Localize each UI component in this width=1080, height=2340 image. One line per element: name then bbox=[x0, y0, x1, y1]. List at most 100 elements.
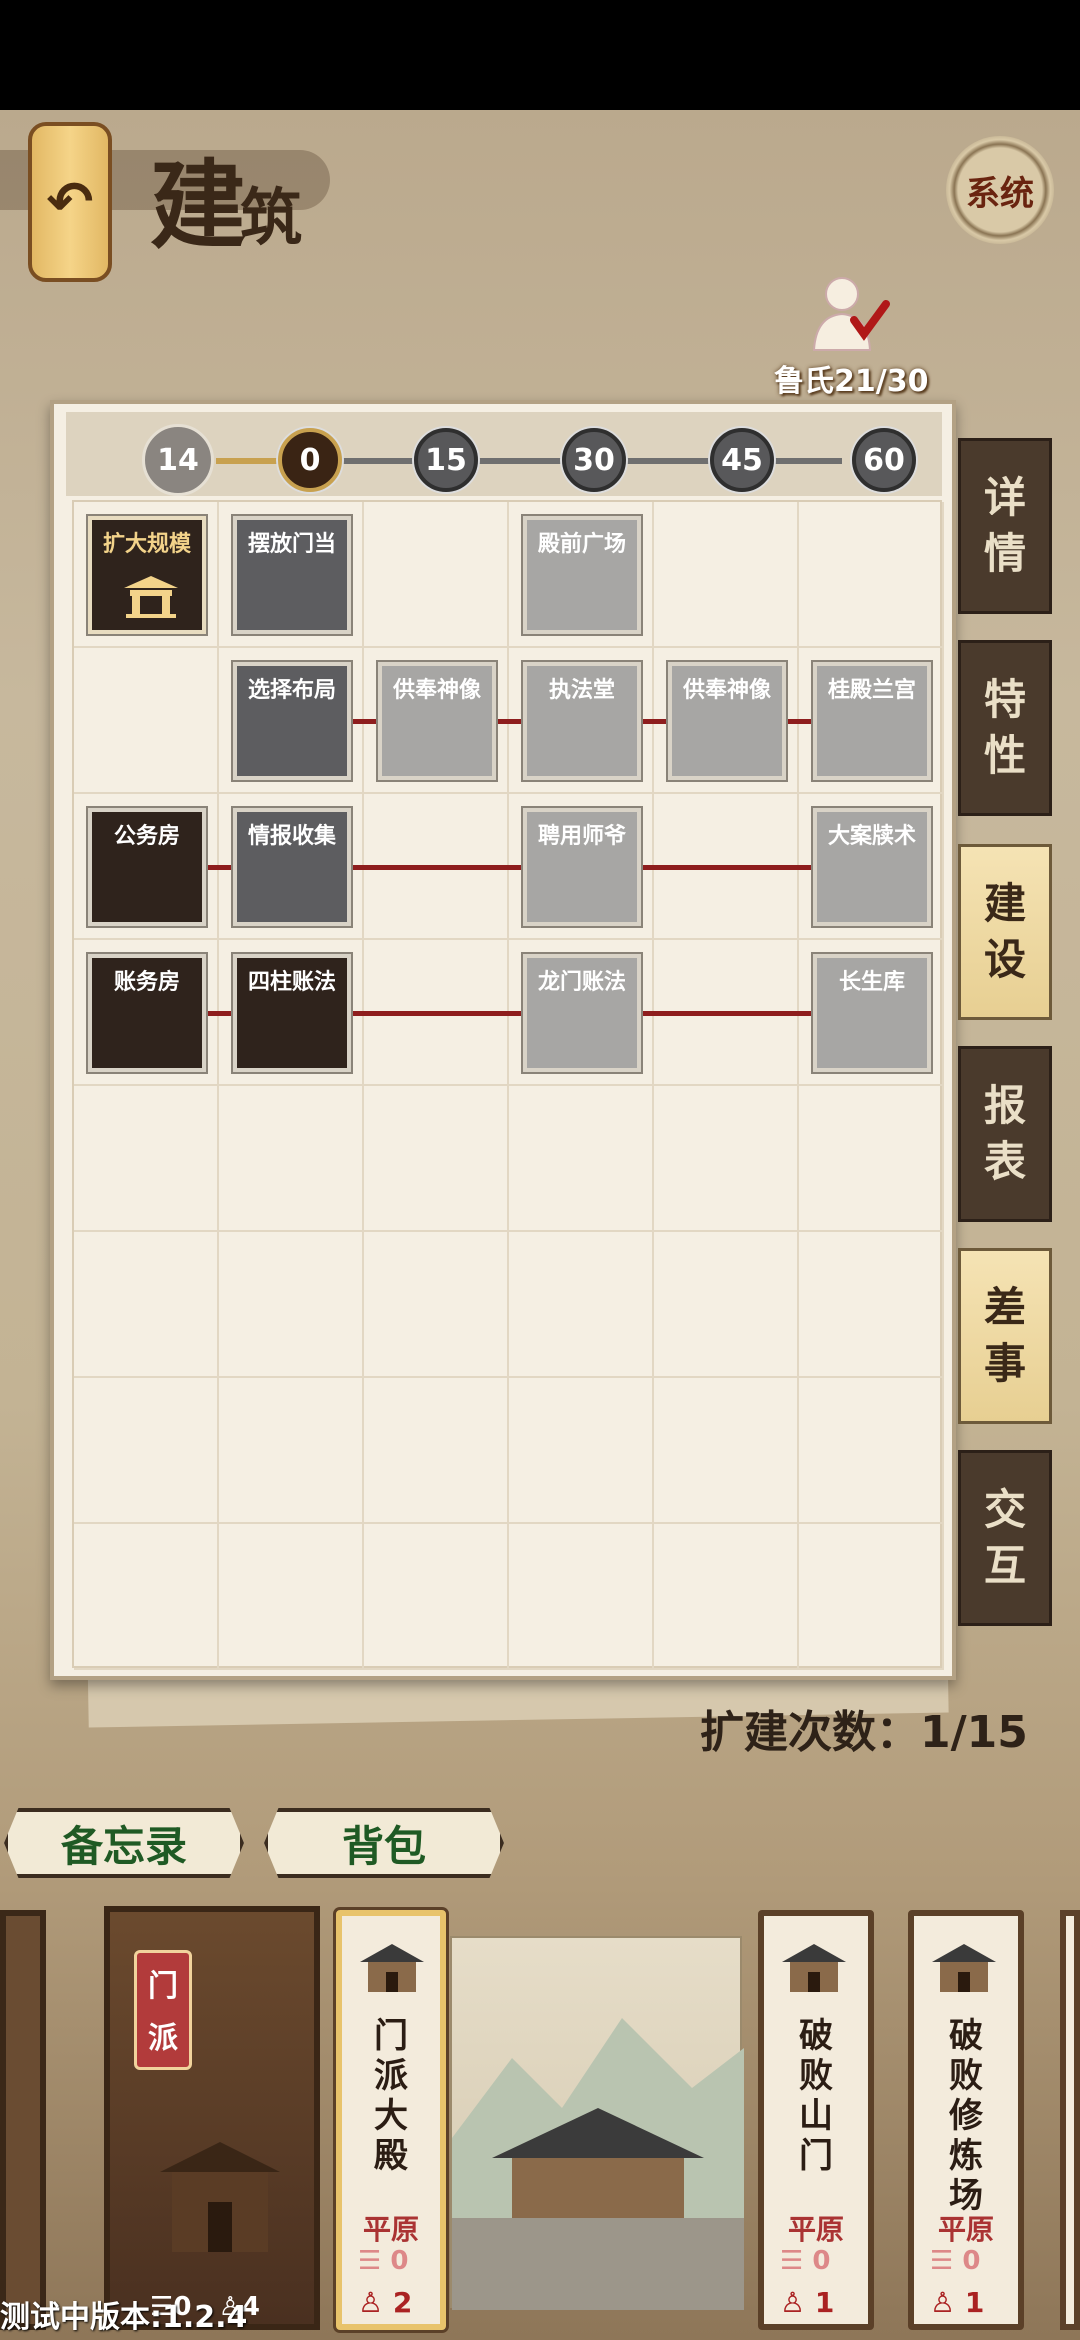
building-tile[interactable]: 账务房 bbox=[88, 954, 206, 1072]
side-tab-line2: 设 bbox=[983, 935, 1026, 984]
scroll-count: ☰ 0 bbox=[930, 2246, 980, 2276]
building-tile[interactable]: 聘用师爷 bbox=[523, 808, 641, 926]
grid-cell bbox=[654, 502, 799, 648]
milestone-45: 45 bbox=[710, 428, 774, 492]
side-tab-line2: 性 bbox=[983, 731, 1026, 780]
building-tile[interactable]: 情报收集 bbox=[233, 808, 351, 926]
back-button[interactable]: ↶ bbox=[28, 122, 112, 282]
side-tab-line2: 事 bbox=[983, 1339, 1026, 1388]
side-tab-line1: 详 bbox=[983, 473, 1026, 522]
milestone-bar: 14 0 15 30 45 60 bbox=[66, 412, 942, 496]
tech-connector-line bbox=[641, 719, 668, 724]
building-tile-label: 桂殿兰宫 bbox=[827, 678, 916, 703]
building-thumbnail-icon bbox=[360, 1944, 424, 1992]
building-card-name-char: 殿 bbox=[374, 2136, 408, 2176]
memo-button[interactable]: 备忘录 bbox=[4, 1808, 244, 1878]
building-tile[interactable]: 长生库 bbox=[813, 954, 931, 1072]
building-tile[interactable]: 摆放门当 bbox=[233, 516, 351, 634]
building-tile[interactable]: 供奉神像 bbox=[378, 662, 496, 780]
terrain-label: 平原 bbox=[937, 2213, 994, 2246]
side-tab-交互[interactable]: 交互 bbox=[958, 1450, 1052, 1626]
grid-cell bbox=[74, 1086, 219, 1232]
grid-cell bbox=[219, 1086, 364, 1232]
building-tile-label: 供奉神像 bbox=[392, 678, 481, 703]
building-card-name-char: 炼 bbox=[949, 2136, 983, 2176]
side-tab-详情[interactable]: 详情 bbox=[958, 438, 1052, 614]
scroll-count-value: 0 bbox=[812, 2246, 831, 2276]
building-thumbnail-icon bbox=[932, 1944, 996, 1992]
building-tile-label: 殿前广场 bbox=[537, 532, 626, 557]
building-card[interactable]: 破败修炼场平原 ☰ 0 ♙ 1 bbox=[908, 1910, 1024, 2330]
people-count-value: 1 bbox=[814, 2286, 835, 2319]
building-card-name: 破败山门 bbox=[764, 2016, 868, 2176]
building-tile-label: 执法堂 bbox=[548, 678, 615, 703]
grid-cell bbox=[74, 1232, 219, 1378]
building-tile[interactable]: 四柱账法 bbox=[233, 954, 351, 1072]
building-tile[interactable]: 扩大规模 bbox=[88, 516, 206, 634]
side-tab-特性[interactable]: 特性 bbox=[958, 640, 1052, 816]
building-tile[interactable]: 桂殿兰宫 bbox=[813, 662, 931, 780]
grid-cell bbox=[364, 502, 509, 648]
building-card-name-char: 破 bbox=[949, 2016, 983, 2056]
building-tile[interactable]: 选择布局 bbox=[233, 662, 351, 780]
building-card-name-char: 门 bbox=[799, 2136, 833, 2176]
building-tile-label: 账务房 bbox=[113, 970, 180, 995]
temple-scene-image bbox=[452, 2018, 744, 2310]
people-count: ♙ 1 bbox=[930, 2286, 984, 2319]
grid-cell bbox=[799, 1524, 944, 1670]
building-tile[interactable]: 龙门账法 bbox=[523, 954, 641, 1072]
grid-cell bbox=[509, 1524, 654, 1670]
building-tile[interactable]: 大案牍术 bbox=[813, 808, 931, 926]
building-tile-label: 供奉神像 bbox=[682, 678, 771, 703]
building-tile-label: 长生库 bbox=[838, 970, 905, 995]
building-tile-label: 扩大规模 bbox=[102, 532, 191, 557]
people-count: ♙ 2 bbox=[358, 2286, 412, 2319]
page-title-small: 筑 bbox=[240, 181, 302, 254]
building-card[interactable]: 门派大殿平原 ☰ 0 ♙ 2 bbox=[336, 1910, 446, 2330]
person-icon: ♙ bbox=[358, 2286, 384, 2319]
scroll-icon: ☰ bbox=[930, 2246, 954, 2276]
bag-button[interactable]: 背包 bbox=[264, 1808, 504, 1878]
scroll-icon: ☰ bbox=[358, 2246, 382, 2276]
building-card-name-char: 山 bbox=[799, 2096, 833, 2136]
building-tile[interactable]: 公务房 bbox=[88, 808, 206, 926]
building-tile-label: 大案牍术 bbox=[827, 824, 916, 849]
grid-cell bbox=[74, 648, 219, 794]
building-tile-label: 聘用师爷 bbox=[537, 824, 626, 849]
card-partial-right[interactable] bbox=[1060, 1910, 1080, 2330]
milestone-30: 30 bbox=[562, 428, 626, 492]
people-count-value: 1 bbox=[964, 2286, 985, 2319]
building-tile-label: 选择布局 bbox=[247, 678, 336, 703]
side-tab-差事[interactable]: 差事 bbox=[958, 1248, 1052, 1424]
system-button[interactable]: 系统 bbox=[946, 136, 1054, 244]
sect-card[interactable]: 门 派 ☰0 ♙4 bbox=[104, 1906, 320, 2330]
building-card[interactable]: 破败山门平原 ☰ 0 ♙ 1 bbox=[758, 1910, 874, 2330]
expand-count: 扩建次数：1/15 bbox=[700, 1707, 1028, 1758]
building-tile[interactable]: 执法堂 bbox=[523, 662, 641, 780]
card-partial-left[interactable] bbox=[0, 1910, 46, 2330]
side-tab-报表[interactable]: 报表 bbox=[958, 1046, 1052, 1222]
tech-connector-line bbox=[206, 1011, 233, 1016]
building-tile-label: 公务房 bbox=[113, 824, 180, 849]
side-tab-line2: 情 bbox=[983, 529, 1026, 578]
building-card-name-char: 门 bbox=[374, 2016, 408, 2056]
page-title: 建筑 bbox=[150, 128, 302, 267]
sect-tag-line1: 门 bbox=[148, 1969, 178, 2004]
side-tab-line1: 报 bbox=[983, 1081, 1026, 1130]
building-grid: 扩大规模 摆放门当 殿前广场选择布局 供奉神像 执法堂 供奉神像 桂殿兰宫公务房 情报收集 聘用… bbox=[72, 500, 944, 1670]
building-tile[interactable]: 殿前广场 bbox=[523, 516, 641, 634]
side-tab-line1: 差 bbox=[983, 1283, 1026, 1332]
grid-cell bbox=[799, 1378, 944, 1524]
building-tile[interactable]: 供奉神像 bbox=[668, 662, 786, 780]
grid-cell bbox=[799, 502, 944, 648]
scene-illustration bbox=[450, 1936, 744, 2310]
building-board: 14 0 15 30 45 60 扩大规模 摆放门当 殿前广场选择布局 供奉神像 执法堂… bbox=[50, 400, 956, 1680]
scroll-count-value: 0 bbox=[390, 2246, 409, 2276]
person-icon: ♙ bbox=[930, 2286, 956, 2319]
side-tab-建设[interactable]: 建设 bbox=[958, 844, 1052, 1020]
scroll-count: ☰ 0 bbox=[780, 2246, 830, 2276]
version-label: 测试中版本:1.2.4 bbox=[0, 2300, 248, 2335]
grid-cell bbox=[219, 1378, 364, 1524]
milestone-0: 0 bbox=[278, 428, 342, 492]
grid-cell bbox=[364, 1524, 509, 1670]
